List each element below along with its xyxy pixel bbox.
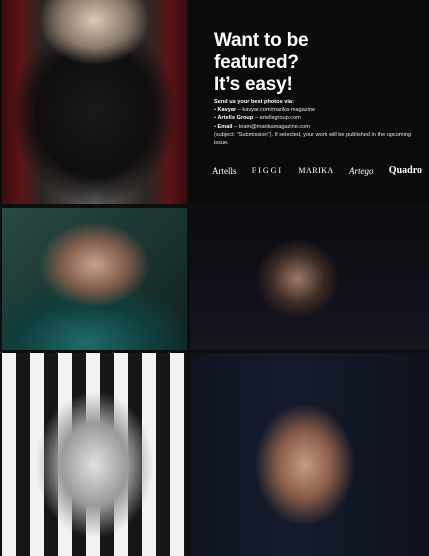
marika-logo: MARIKA (298, 166, 334, 175)
promo-instructions: Send us your best photos via: • Kavyar –… (214, 98, 419, 147)
photo-image (2, 0, 187, 204)
promo-title-line: featured? (214, 52, 299, 73)
artells-logo: Artells (212, 165, 237, 176)
photo-image (2, 353, 187, 556)
option-label: Artells Group (217, 115, 254, 122)
partner-logos: Artells FIGGI MARIKA Artego Quadro (212, 165, 422, 176)
photo-model-wide-hat-bw (2, 353, 187, 556)
promo-title-line: It’s easy! (214, 74, 293, 95)
promo-lead: Send us your best photos via: (214, 99, 294, 105)
submission-option-email: • Email – team@marikamagazine.com (214, 123, 310, 130)
submission-promo-panel: Want to be featured? It’s easy! Send us … (190, 0, 429, 204)
quadro-logo: Quadro (388, 165, 422, 176)
submission-option-kavyar: • Kavyar – kavyar.com/marika-magazine (214, 107, 316, 114)
figgi-logo: FIGGI (251, 166, 284, 175)
photo-image (190, 208, 429, 350)
artego-logo: Artego (349, 165, 374, 176)
option-link[interactable]: – kavyar.com/marika-magazine (236, 107, 315, 113)
photo-model-shadow-light (190, 353, 429, 556)
photo-image (190, 353, 429, 556)
option-link[interactable]: – team@marikamagazine.com (232, 124, 310, 130)
photo-singer-microphone (190, 208, 429, 350)
promo-title: Want to be featured? It’s easy! (214, 30, 424, 96)
option-label: Email (217, 123, 233, 130)
promo-note: (subject: "Submission"). If selected, yo… (214, 131, 412, 147)
submission-option-artells: • Artells Group – artellsgroup.com (214, 115, 301, 122)
option-link[interactable]: – artellsgroup.com (253, 115, 301, 121)
photo-image (2, 208, 187, 350)
option-label: Kavyar (217, 107, 237, 114)
promo-title-line: Want to be (214, 30, 309, 51)
photo-model-black-lace-dress (2, 0, 187, 204)
photo-model-top-hat (2, 208, 187, 350)
